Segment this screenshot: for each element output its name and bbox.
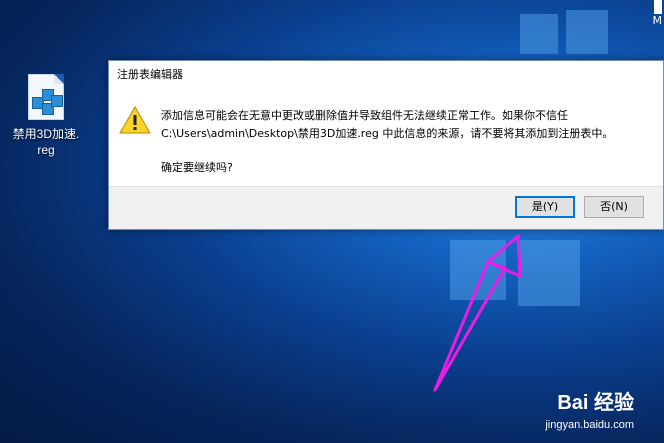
watermark-site-text: jingyan.baidu.com <box>545 419 634 431</box>
watermark-brand: Bai 经验 <box>557 392 634 414</box>
watermark-site: jingyan.baidu.com <box>545 415 634 433</box>
annotation-arrow <box>433 234 522 392</box>
